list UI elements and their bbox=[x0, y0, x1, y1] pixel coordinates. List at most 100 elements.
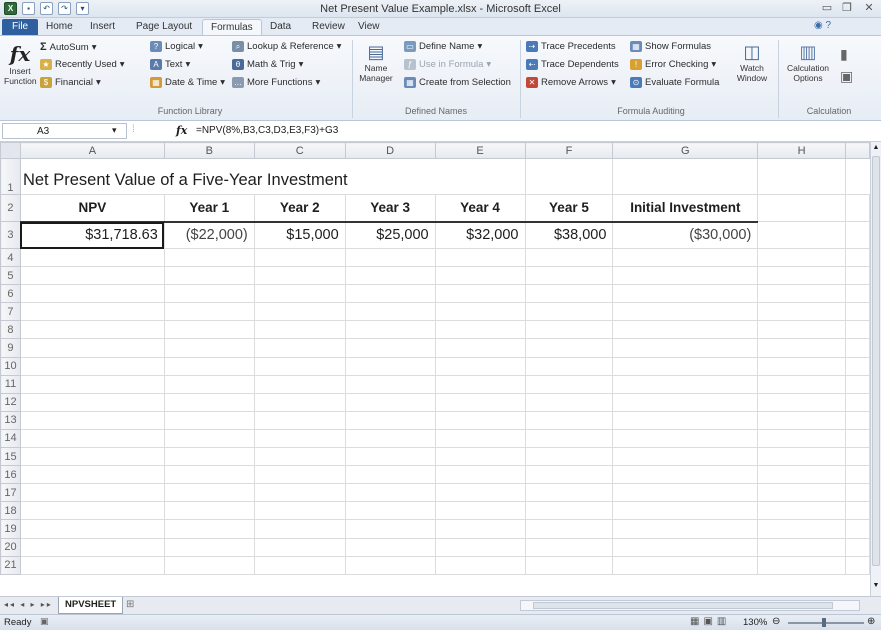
cell[interactable] bbox=[163, 266, 255, 286]
cell[interactable] bbox=[434, 483, 526, 503]
insert-sheet-icon[interactable]: ⊞ bbox=[126, 599, 134, 610]
cell[interactable] bbox=[524, 338, 614, 358]
cell[interactable] bbox=[19, 410, 165, 430]
cell[interactable] bbox=[253, 392, 346, 412]
cell[interactable] bbox=[344, 284, 436, 304]
cell[interactable] bbox=[19, 392, 165, 412]
cell[interactable] bbox=[253, 537, 346, 557]
cell[interactable] bbox=[434, 302, 526, 322]
cell[interactable] bbox=[612, 158, 759, 195]
financial-button[interactable]: $ Financial ▾ bbox=[40, 77, 101, 88]
cell[interactable] bbox=[845, 356, 870, 376]
cell[interactable] bbox=[163, 555, 255, 575]
column-header[interactable]: H bbox=[757, 142, 846, 159]
name-box[interactable]: A3 bbox=[2, 123, 127, 139]
row-header[interactable]: 1 bbox=[0, 158, 21, 195]
scroll-thumb[interactable] bbox=[872, 156, 880, 566]
cell[interactable] bbox=[757, 428, 846, 449]
cell[interactable] bbox=[845, 428, 870, 449]
row-header[interactable]: 8 bbox=[0, 320, 21, 340]
tab-review[interactable]: Review bbox=[304, 19, 353, 35]
cell[interactable] bbox=[757, 320, 846, 340]
row-header[interactable]: 18 bbox=[0, 501, 21, 521]
cell[interactable] bbox=[19, 501, 165, 521]
cell[interactable] bbox=[344, 555, 436, 575]
cell[interactable] bbox=[434, 447, 526, 467]
row-header[interactable]: 15 bbox=[0, 447, 21, 467]
cell[interactable] bbox=[434, 320, 526, 340]
horizontal-scroll-thumb[interactable] bbox=[533, 602, 833, 609]
cell[interactable] bbox=[19, 483, 165, 503]
cell[interactable] bbox=[612, 447, 759, 467]
cell[interactable] bbox=[163, 302, 255, 322]
cell[interactable] bbox=[344, 374, 436, 394]
column-header[interactable]: C bbox=[253, 142, 346, 159]
cell[interactable] bbox=[434, 428, 526, 449]
cell[interactable] bbox=[253, 555, 346, 575]
cell[interactable] bbox=[434, 374, 526, 394]
cell[interactable] bbox=[612, 519, 759, 539]
cell[interactable] bbox=[434, 356, 526, 376]
sheet-nav-icons[interactable]: ◂◂ ◂ ▸ ▸▸ bbox=[4, 600, 53, 609]
macro-record-icon[interactable]: ▣ bbox=[40, 616, 49, 627]
tab-formulas[interactable]: Formulas bbox=[202, 19, 262, 35]
show-formulas-button[interactable]: ▦ Show Formulas bbox=[630, 41, 711, 52]
cell[interactable] bbox=[163, 374, 255, 394]
cell[interactable] bbox=[253, 428, 346, 449]
cell[interactable] bbox=[524, 555, 614, 575]
cell[interactable] bbox=[344, 537, 436, 557]
cell[interactable] bbox=[524, 465, 614, 485]
cell[interactable] bbox=[845, 410, 870, 430]
cell[interactable] bbox=[524, 374, 614, 394]
cell[interactable] bbox=[524, 247, 614, 268]
cell[interactable] bbox=[253, 501, 346, 521]
cell[interactable] bbox=[344, 247, 436, 268]
cell[interactable] bbox=[19, 428, 165, 449]
cell[interactable] bbox=[845, 266, 870, 286]
select-all-corner[interactable] bbox=[0, 142, 21, 159]
column-header[interactable]: G bbox=[612, 142, 759, 159]
cell[interactable] bbox=[253, 519, 346, 539]
cell[interactable] bbox=[612, 356, 759, 376]
cell[interactable] bbox=[163, 428, 255, 449]
minimize-icon[interactable]: ▭ bbox=[818, 1, 836, 14]
math-trig-button[interactable]: θ Math & Trig ▾ bbox=[232, 59, 303, 70]
calculation-options-button[interactable]: ▥ Calculation Options bbox=[784, 42, 832, 100]
row-header[interactable]: 2 bbox=[0, 194, 21, 222]
cell[interactable] bbox=[757, 302, 846, 322]
cell[interactable] bbox=[612, 266, 759, 286]
cell[interactable] bbox=[253, 410, 346, 430]
lookup-reference-button[interactable]: ⌕ Lookup & Reference ▾ bbox=[232, 41, 341, 52]
zoom-in-icon[interactable]: ⊕ bbox=[867, 616, 875, 627]
cell[interactable] bbox=[253, 356, 346, 376]
cell[interactable] bbox=[19, 284, 165, 304]
cell[interactable] bbox=[434, 158, 526, 195]
cell[interactable] bbox=[434, 519, 526, 539]
cell[interactable] bbox=[163, 392, 255, 412]
cell[interactable] bbox=[163, 519, 255, 539]
row-header[interactable]: 7 bbox=[0, 302, 21, 322]
cell[interactable] bbox=[757, 501, 846, 521]
column-header[interactable]: F bbox=[524, 142, 614, 159]
sheet-tab-npvsheet[interactable]: NPVSHEET bbox=[58, 597, 124, 614]
row-header[interactable]: 4 bbox=[0, 247, 21, 268]
cell[interactable] bbox=[757, 158, 846, 195]
cell[interactable] bbox=[344, 320, 436, 340]
cell[interactable] bbox=[524, 320, 614, 340]
logical-button[interactable]: ? Logical ▾ bbox=[150, 41, 203, 52]
tab-home[interactable]: Home bbox=[38, 19, 81, 35]
cell[interactable] bbox=[19, 374, 165, 394]
cell[interactable] bbox=[845, 392, 870, 412]
cell[interactable] bbox=[344, 266, 436, 286]
cell[interactable] bbox=[253, 483, 346, 503]
cell[interactable] bbox=[344, 356, 436, 376]
cell-year-1-value[interactable]: ($22,000) bbox=[163, 221, 255, 249]
tab-view[interactable]: View bbox=[350, 19, 388, 35]
zoom-slider[interactable] bbox=[788, 622, 864, 624]
cell[interactable] bbox=[344, 465, 436, 485]
cell[interactable] bbox=[253, 266, 346, 286]
cell[interactable] bbox=[19, 356, 165, 376]
column-header[interactable]: D bbox=[344, 142, 436, 159]
tab-file[interactable]: File bbox=[2, 19, 39, 35]
cell[interactable] bbox=[434, 465, 526, 485]
